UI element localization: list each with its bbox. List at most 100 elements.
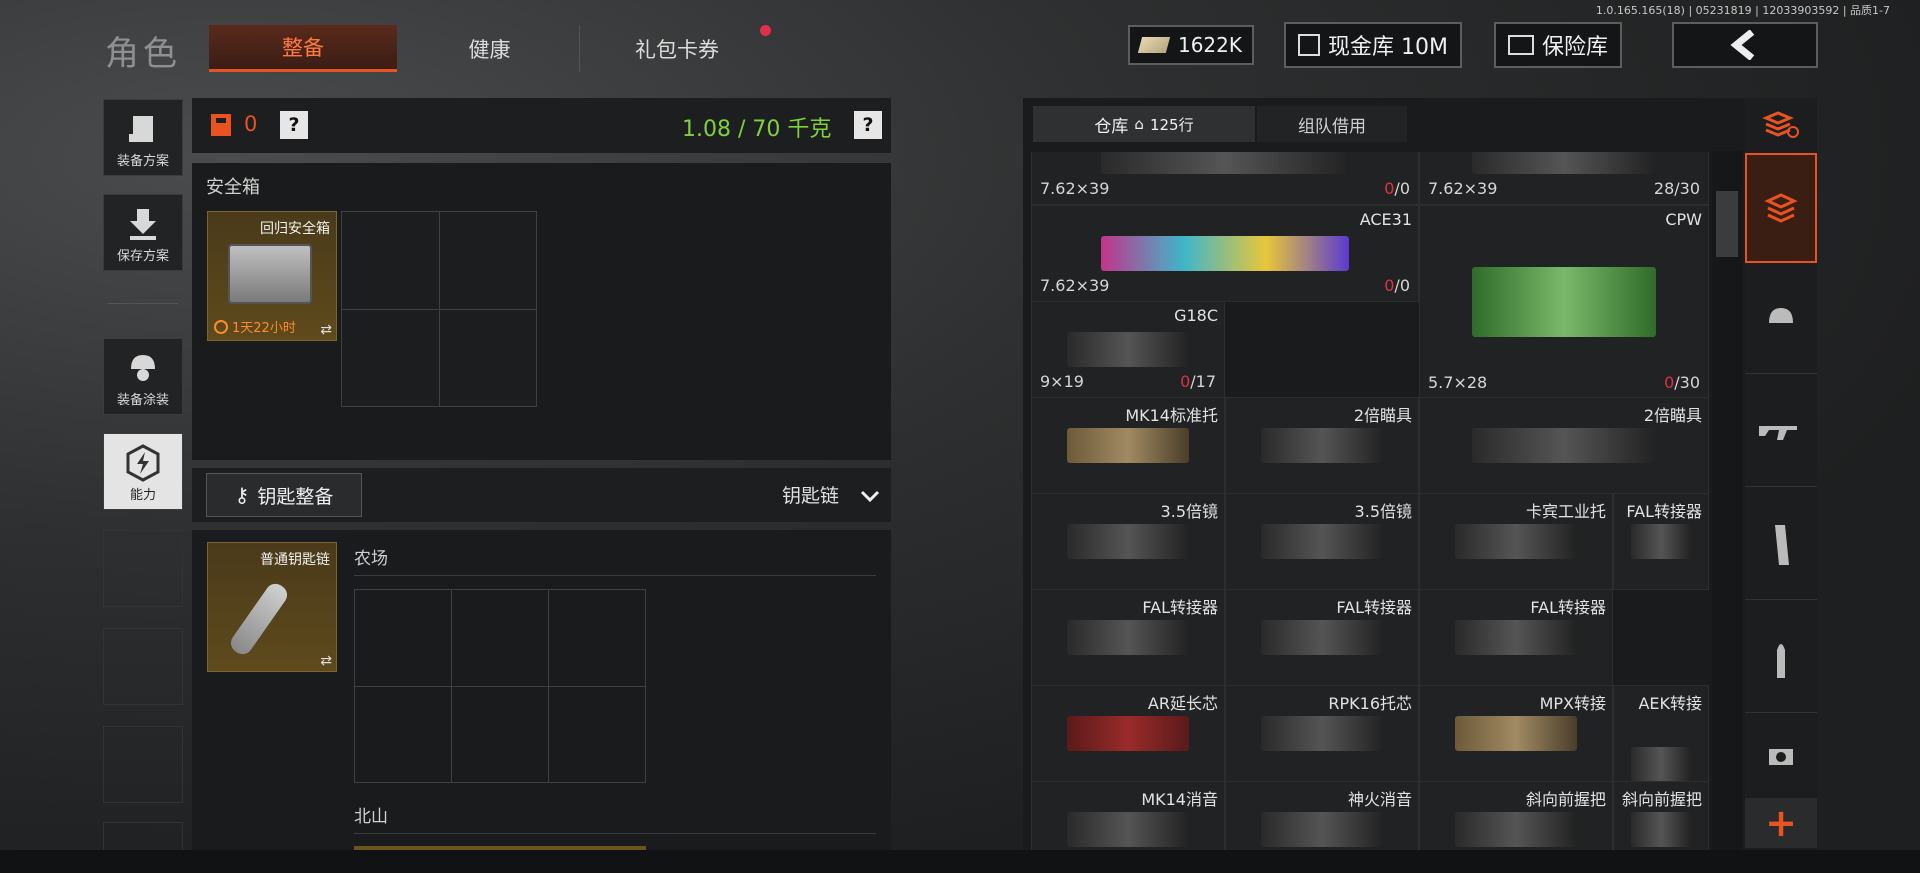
rows-count: 125行: [1149, 115, 1194, 134]
item-ammo-count: 0/17: [1180, 372, 1216, 391]
safebox-item-name: 回归安全箱: [260, 221, 330, 237]
storage-item[interactable]: 7.62×39 28/30: [1419, 152, 1709, 205]
item-image-icon: [1066, 812, 1190, 847]
scrollbar-track[interactable]: [1712, 151, 1742, 850]
safebox-case-icon: [228, 244, 312, 304]
storage-item[interactable]: 7.62×39 0/0: [1031, 152, 1419, 205]
sidebar-label: 装备方案: [116, 154, 169, 169]
notification-dot: [760, 25, 771, 36]
tab-all[interactable]: [1745, 153, 1817, 263]
storage-item[interactable]: AR延长芯: [1031, 685, 1225, 782]
help-button[interactable]: ?: [280, 111, 308, 139]
storage-item[interactable]: 3.5倍镜: [1031, 493, 1225, 590]
keychain-dropdown-label[interactable]: 钥匙链: [782, 481, 839, 508]
item-name: MK14标准托: [1125, 406, 1218, 425]
tab-equip-label: 整备: [282, 36, 324, 60]
ammo-max: /17: [1190, 372, 1216, 391]
item-image-icon: [1066, 332, 1190, 367]
item-image-icon: [1471, 152, 1657, 174]
money-display[interactable]: 1622K: [1128, 25, 1254, 65]
layers-refresh-icon: [1762, 111, 1799, 138]
storage-item[interactable]: CPW 5.7×28 0/30: [1419, 205, 1709, 399]
tab-health[interactable]: 健康: [400, 25, 580, 72]
item-image-icon: [1260, 812, 1384, 847]
item-name: 卡宾工业托: [1525, 502, 1606, 521]
tab-warehouse[interactable]: 仓库 ⌂ 125行: [1033, 106, 1255, 142]
tab-equip[interactable]: 整备: [209, 25, 397, 72]
cash-vault-label: 现金库 10M: [1328, 35, 1448, 60]
sidebar-paint[interactable]: 装备涂装: [103, 338, 183, 415]
keys-header: ⚷ 钥匙整备 钥匙链: [192, 468, 891, 522]
tab-attachment[interactable]: [1745, 716, 1817, 798]
sidebar-ability[interactable]: 能力: [103, 433, 183, 510]
storage-item[interactable]: FAL转接器: [1225, 589, 1419, 686]
tab-rifle[interactable]: [1745, 377, 1817, 487]
key-equip-label: 钥匙整备: [257, 485, 334, 508]
safebox-item[interactable]: 回归安全箱 1天22小时 ⇄: [207, 211, 337, 341]
add-category-button[interactable]: +: [1745, 798, 1817, 848]
scrollbar-thumb[interactable]: [1716, 191, 1738, 257]
tab-sort[interactable]: [1745, 100, 1817, 150]
item-name: AEK转接: [1638, 694, 1702, 713]
tab-magazine[interactable]: [1745, 490, 1817, 600]
storage-item[interactable]: 卡宾工业托: [1419, 493, 1613, 590]
storage-item[interactable]: 2倍瞄具: [1225, 397, 1419, 494]
storage-item[interactable]: 神火消音: [1225, 781, 1419, 850]
chevron-down-icon[interactable]: [860, 490, 880, 502]
sidebar-save-plan[interactable]: 保存方案: [103, 194, 183, 271]
key-equip-button[interactable]: ⚷ 钥匙整备: [206, 473, 362, 517]
item-name: ACE31: [1359, 210, 1412, 229]
storage-item[interactable]: 斜向前握把: [1419, 781, 1613, 850]
ammo-current: 28: [1653, 179, 1675, 198]
item-caliber: 9×19: [1040, 372, 1084, 391]
sidebar-slot: [103, 530, 183, 607]
storage-item[interactable]: G18C 9×19 0/17: [1031, 301, 1225, 398]
item-image-icon: [1454, 716, 1578, 751]
tab-gift[interactable]: 礼包卡券: [582, 25, 772, 72]
timer-icon: [214, 320, 228, 334]
storage-item[interactable]: FAL转接器: [1419, 589, 1613, 686]
sidebar-slot: [103, 628, 183, 705]
weight-help-button[interactable]: ?: [854, 111, 882, 139]
sidebar-loadout-plan[interactable]: 装备方案: [103, 99, 183, 176]
item-name: MK14消音: [1141, 790, 1218, 809]
sidebar-label: 装备涂装: [116, 393, 169, 408]
item-caliber: 7.62×39: [1040, 179, 1110, 198]
rifle-icon: [1759, 425, 1797, 440]
item-ammo-count: 0/0: [1384, 179, 1410, 198]
sidebar-label: 能力: [129, 488, 156, 503]
storage-item[interactable]: MPX转接: [1419, 685, 1613, 782]
item-name: CPW: [1665, 210, 1702, 229]
item-image-icon: [1630, 812, 1692, 847]
storage-item[interactable]: FAL转接器: [1031, 589, 1225, 686]
tab-helmet[interactable]: [1745, 264, 1817, 374]
item-ammo-count: 28/30: [1654, 179, 1700, 198]
storage-item[interactable]: 3.5倍镜: [1225, 493, 1419, 590]
zone-divider: [354, 833, 876, 834]
safe-button[interactable]: 保险库: [1494, 22, 1622, 68]
item-image-icon: [1471, 267, 1657, 337]
back-arrow-icon: [1730, 30, 1755, 60]
item-name: RPK16托芯: [1328, 694, 1412, 713]
storage-item[interactable]: 斜向前握把: [1613, 781, 1709, 850]
keychain-icon: [227, 579, 291, 659]
storage-item[interactable]: MK14消音: [1031, 781, 1225, 850]
safebox-title: 安全箱: [206, 177, 260, 198]
item-image-icon: [1260, 524, 1384, 559]
storage-item[interactable]: ACE31 7.62×39 0/0: [1031, 205, 1419, 302]
storage-item[interactable]: 2倍瞄具: [1419, 397, 1709, 494]
tab-ammo[interactable]: [1745, 603, 1817, 713]
item-image-icon: [1066, 620, 1190, 655]
item-image-icon: [1101, 236, 1349, 271]
storage-item[interactable]: RPK16托芯: [1225, 685, 1419, 782]
item-image-icon: [1260, 428, 1384, 463]
cash-vault-button[interactable]: 现金库 10M: [1284, 22, 1462, 68]
money-amount: 1622K: [1177, 33, 1242, 57]
tab-team-borrow[interactable]: 组队借用: [1257, 106, 1407, 142]
storage-item[interactable]: FAL转接器: [1613, 493, 1709, 590]
vault-icon: [1298, 34, 1320, 56]
storage-item[interactable]: MK14标准托: [1031, 397, 1225, 494]
keychain-item[interactable]: 普通钥匙链 ⇄: [207, 542, 337, 672]
armor-icon: [211, 114, 231, 136]
back-button[interactable]: [1672, 22, 1818, 68]
